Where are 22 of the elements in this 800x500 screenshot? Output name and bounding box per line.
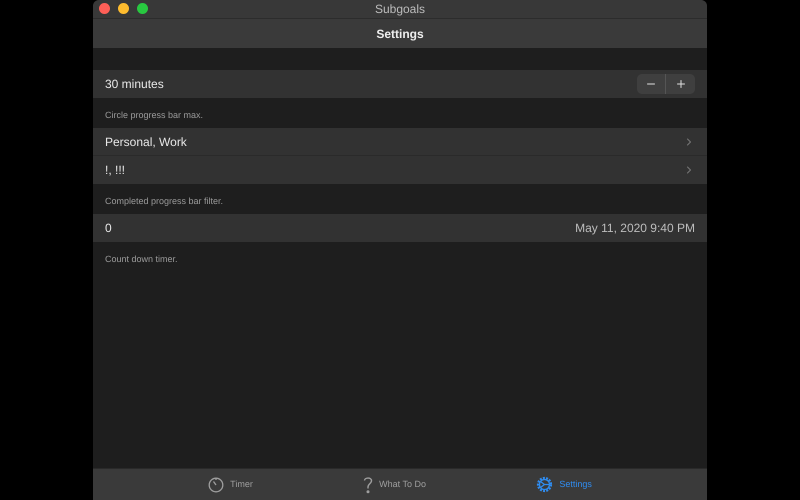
tab-item[interactable]: Timer xyxy=(208,476,253,492)
section-footer: Count down timer. xyxy=(105,254,178,264)
minimize-button[interactable] xyxy=(118,3,129,14)
window-title: Subgoals xyxy=(374,1,426,18)
row-value: May 11, 2020 9:40 PM xyxy=(575,220,695,237)
section-footer: Completed progress bar filter. xyxy=(105,196,224,206)
settings-row[interactable]: 0 May 11, 2020 9:40 PM xyxy=(93,214,707,242)
settings-row[interactable]: 30 minutes xyxy=(93,70,707,98)
tab-item[interactable]: What To Do xyxy=(363,476,426,494)
settings-row[interactable]: !, !!! xyxy=(93,156,707,184)
nav-title: Settings xyxy=(376,26,424,42)
section-footer: Circle progress bar max. xyxy=(105,110,204,120)
stopwatch-icon xyxy=(208,476,224,492)
close-button[interactable] xyxy=(99,3,110,14)
row-label: !, !!! xyxy=(105,162,126,179)
zoom-button[interactable] xyxy=(137,3,148,14)
gear-icon xyxy=(536,476,554,493)
row-label: 30 minutes xyxy=(105,76,164,93)
row-label: 0 xyxy=(105,220,112,237)
row-label: Personal, Work xyxy=(105,134,187,150)
plus-icon xyxy=(674,78,686,90)
question-mark-icon xyxy=(363,476,374,494)
